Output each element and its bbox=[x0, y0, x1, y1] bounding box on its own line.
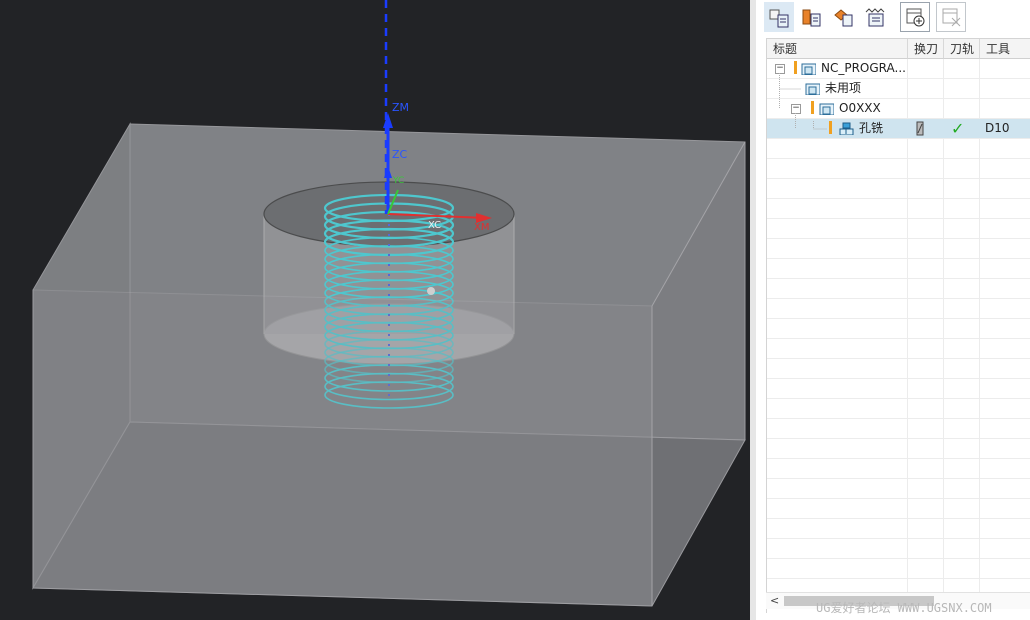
tool-name: D10 bbox=[985, 121, 1010, 135]
zc-axis-label: ZC bbox=[392, 148, 408, 161]
machining-method-view-button[interactable] bbox=[860, 2, 890, 32]
operation-navigator-panel: 标题 换刀 刀轨 工具 − NC_PROGRA... 未用项 − O0XXX 孔铣 ✓ D10… bbox=[756, 0, 1030, 620]
create-operation-icon bbox=[906, 8, 925, 27]
empty-row bbox=[767, 179, 1030, 199]
empty-row bbox=[767, 359, 1030, 379]
graphics-viewport[interactable]: ZM ZC XC XM YC bbox=[0, 0, 750, 620]
delete-operation-button[interactable] bbox=[936, 2, 966, 32]
empty-row bbox=[767, 459, 1030, 479]
tree-guides bbox=[779, 73, 827, 130]
empty-row bbox=[767, 299, 1030, 319]
empty-row bbox=[767, 239, 1030, 259]
create-operation-button[interactable] bbox=[900, 2, 930, 32]
empty-row bbox=[767, 539, 1030, 559]
empty-row bbox=[767, 159, 1030, 179]
empty-row bbox=[767, 379, 1030, 399]
column-header-toolpath[interactable]: 刀轨 bbox=[944, 39, 980, 59]
column-header-tool-change[interactable]: 换刀 bbox=[908, 39, 944, 59]
model-scene bbox=[32, 0, 746, 607]
machine-tool-view-icon bbox=[802, 9, 821, 27]
empty-row bbox=[767, 259, 1030, 279]
empty-row bbox=[767, 319, 1030, 339]
xc-axis-label: XC bbox=[428, 220, 442, 231]
operation-tree: 标题 换刀 刀轨 工具 − NC_PROGRA... 未用项 − O0XXX 孔铣 ✓ D10 bbox=[766, 38, 1030, 613]
empty-row bbox=[767, 439, 1030, 459]
toolpath-status: ✓ bbox=[951, 119, 965, 138]
machine-tool-view-button[interactable] bbox=[796, 2, 826, 32]
empty-row bbox=[767, 419, 1030, 439]
column-header-title[interactable]: 标题 bbox=[767, 39, 908, 59]
row-title: 孔铣 bbox=[859, 121, 884, 135]
geometry-view-icon bbox=[834, 9, 853, 27]
block-front-face bbox=[32, 289, 653, 607]
zm-axis-label: ZM bbox=[392, 101, 410, 114]
empty-row bbox=[767, 479, 1030, 499]
program-order-view-icon bbox=[769, 9, 789, 28]
empty-row bbox=[767, 279, 1030, 299]
delete-operation-icon bbox=[942, 8, 961, 27]
empty-row bbox=[767, 219, 1030, 239]
xm-axis-label: XM bbox=[474, 222, 490, 233]
empty-row bbox=[767, 399, 1030, 419]
navigator-toolbar bbox=[756, 0, 1030, 34]
program-order-view-button[interactable] bbox=[764, 2, 794, 32]
column-header-tool[interactable]: 工具 bbox=[980, 39, 1030, 59]
empty-row bbox=[767, 339, 1030, 359]
machining-method-view-icon bbox=[865, 8, 885, 27]
yc-axis-label: YC bbox=[393, 176, 405, 186]
watermark: UG爱好者论坛 WWW.UGSNX.COM bbox=[816, 601, 992, 615]
geometry-view-button[interactable] bbox=[828, 2, 858, 32]
empty-row bbox=[767, 519, 1030, 539]
empty-row bbox=[767, 559, 1030, 579]
scroll-left-arrow[interactable]: < bbox=[770, 593, 779, 608]
empty-row bbox=[767, 199, 1030, 219]
tool-icon bbox=[916, 121, 924, 136]
empty-row bbox=[767, 499, 1030, 519]
